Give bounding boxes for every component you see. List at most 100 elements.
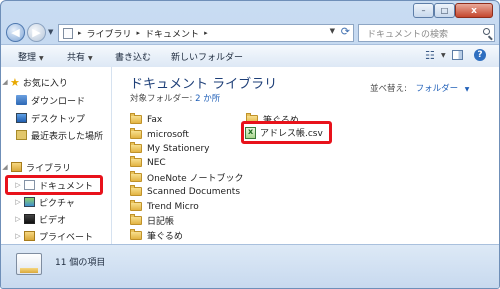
locations-link[interactable]: 2 か所	[195, 94, 220, 104]
nav-label: ライブラリ	[26, 163, 72, 174]
nav-recent-places[interactable]: 最近表示した場所	[14, 128, 103, 142]
organize-label: 整理	[18, 53, 37, 63]
folder-icon	[130, 229, 142, 240]
nav-pictures[interactable]: ▷ ピクチャ	[14, 195, 75, 209]
new-folder-button[interactable]: 新しいフォルダー	[171, 50, 243, 63]
subtitle-label: 対象フォルダー:	[130, 94, 193, 104]
highlight-box-csv	[241, 121, 332, 144]
nav-label: プライベート	[39, 232, 94, 243]
arrange-by: 並べ替え: フォルダー ▼	[370, 82, 469, 94]
breadcrumb-libraries[interactable]: ライブラリ	[87, 27, 132, 40]
nav-downloads[interactable]: ダウンロード	[14, 93, 85, 107]
minimize-button[interactable]: –	[413, 3, 434, 18]
nav-label: ピクチャ	[39, 198, 75, 209]
folder-icon	[130, 128, 142, 139]
file-name: Fax	[147, 114, 163, 125]
folder-item[interactable]: microsoft	[130, 128, 189, 141]
forward-button[interactable]: ▶	[27, 23, 46, 42]
expand-arrow-icon[interactable]: ▷	[14, 198, 22, 206]
details-pane: 11 個の項目	[1, 244, 499, 288]
folder-item[interactable]: Trend Micro	[130, 200, 199, 213]
maximize-button[interactable]: □	[434, 3, 455, 18]
command-bar: 整理 ▼ 共有 ▼ 書き込む 新しいフォルダー ☷ ▼ ?	[1, 44, 499, 68]
downloads-icon	[16, 95, 27, 105]
breadcrumb-separator[interactable]: ▸	[137, 29, 141, 37]
folder-item[interactable]: My Stationery	[130, 142, 210, 155]
breadcrumb-separator[interactable]: ▸	[204, 29, 208, 37]
star-icon: ★	[10, 75, 20, 89]
file-name: Scanned Documents	[147, 186, 241, 197]
folder-icon	[130, 185, 142, 196]
nav-videos[interactable]: ▷ ビデオ	[14, 212, 66, 226]
folder-icon	[130, 156, 142, 167]
chevron-down-icon[interactable]: ▼	[441, 52, 446, 59]
nav-favorites[interactable]: ◢ ★ お気に入り	[1, 75, 68, 89]
forward-arrow-icon: ▶	[32, 26, 41, 39]
videos-icon	[24, 214, 35, 224]
explorer-window: – □ x ◀ ▶ ▼ ▸ ライブラリ ▸ ドキュメント ▸ ▼ ⟳ ドキュメン…	[0, 0, 500, 289]
nav-private[interactable]: ▷ プライベート	[14, 229, 93, 243]
back-button[interactable]: ◀	[6, 23, 25, 42]
recent-pages-dropdown[interactable]: ▼	[48, 28, 53, 36]
arrange-dropdown[interactable]: フォルダー	[416, 84, 459, 94]
pictures-icon	[24, 197, 35, 207]
breadcrumb-separator[interactable]: ▸	[78, 29, 82, 37]
item-count: 11 個の項目	[55, 258, 106, 268]
nav-libraries[interactable]: ◢ ライブラリ	[1, 160, 71, 174]
title-bar: – □ x	[1, 1, 499, 23]
file-name: 日記帳	[147, 217, 175, 227]
library-icon	[63, 27, 73, 39]
view-options-icon[interactable]: ☷	[425, 49, 435, 62]
breadcrumb-documents[interactable]: ドキュメント	[145, 27, 199, 40]
address-dropdown-icon[interactable]: ▼	[330, 27, 335, 35]
close-button[interactable]: x	[455, 3, 493, 18]
chevron-down-icon[interactable]: ▼	[465, 86, 470, 93]
address-bar[interactable]: ▸ ライブラリ ▸ ドキュメント ▸ ▼ ⟳	[58, 24, 354, 42]
folder-item[interactable]: 日記帳	[130, 214, 174, 227]
chevron-down-icon: ▼	[88, 55, 93, 62]
folder-item[interactable]: 筆ぐるめ	[130, 229, 183, 242]
folder-icon	[130, 113, 142, 124]
library-title: ドキュメント ライブラリ	[130, 77, 278, 92]
file-name: 筆ぐるめ	[147, 232, 183, 242]
folder-icon	[130, 200, 142, 211]
preview-pane-icon[interactable]	[452, 50, 463, 60]
library-icon	[16, 253, 42, 275]
nav-label: デスクトップ	[31, 114, 86, 125]
folder-item[interactable]: Fax	[130, 113, 162, 126]
search-input[interactable]: ドキュメントの検索	[358, 24, 495, 42]
share-button[interactable]: 共有 ▼	[67, 50, 93, 63]
chevron-down-icon: ▼	[39, 55, 44, 62]
collapse-arrow-icon[interactable]: ◢	[1, 78, 9, 86]
file-name: OneNote ノートブック	[147, 174, 244, 184]
private-library-icon	[24, 231, 35, 241]
expand-arrow-icon[interactable]: ▷	[14, 232, 22, 240]
nav-label: 最近表示した場所	[31, 131, 104, 142]
search-placeholder: ドキュメントの検索	[367, 29, 449, 40]
folder-icon	[130, 142, 142, 153]
burn-button[interactable]: 書き込む	[115, 50, 151, 63]
file-name: My Stationery	[147, 143, 210, 154]
refresh-icon[interactable]: ⟳	[341, 25, 350, 38]
folder-item[interactable]: OneNote ノートブック	[130, 171, 244, 184]
file-name: Trend Micro	[147, 201, 199, 212]
file-name: microsoft	[147, 129, 189, 140]
nav-label: ダウンロード	[31, 96, 86, 107]
nav-desktop[interactable]: デスクトップ	[14, 111, 85, 125]
file-name: NEC	[147, 157, 166, 168]
organize-button[interactable]: 整理 ▼	[18, 50, 44, 63]
share-label: 共有	[67, 53, 86, 63]
folder-item[interactable]: Scanned Documents	[130, 185, 240, 198]
folder-item[interactable]: NEC	[130, 156, 166, 169]
arrange-label: 並べ替え:	[370, 84, 407, 94]
address-row: ◀ ▶ ▼ ▸ ライブラリ ▸ ドキュメント ▸ ▼ ⟳ ドキュメントの検索	[1, 23, 499, 43]
folder-icon	[130, 214, 142, 225]
collapse-arrow-icon[interactable]: ◢	[1, 163, 9, 171]
nav-label: お気に入り	[22, 78, 68, 89]
expand-arrow-icon[interactable]: ▷	[14, 215, 22, 223]
highlight-box-documents	[5, 175, 103, 195]
help-icon[interactable]: ?	[474, 49, 486, 61]
search-icon[interactable]	[483, 28, 490, 35]
recent-places-icon	[16, 130, 27, 140]
libraries-icon	[11, 162, 22, 172]
